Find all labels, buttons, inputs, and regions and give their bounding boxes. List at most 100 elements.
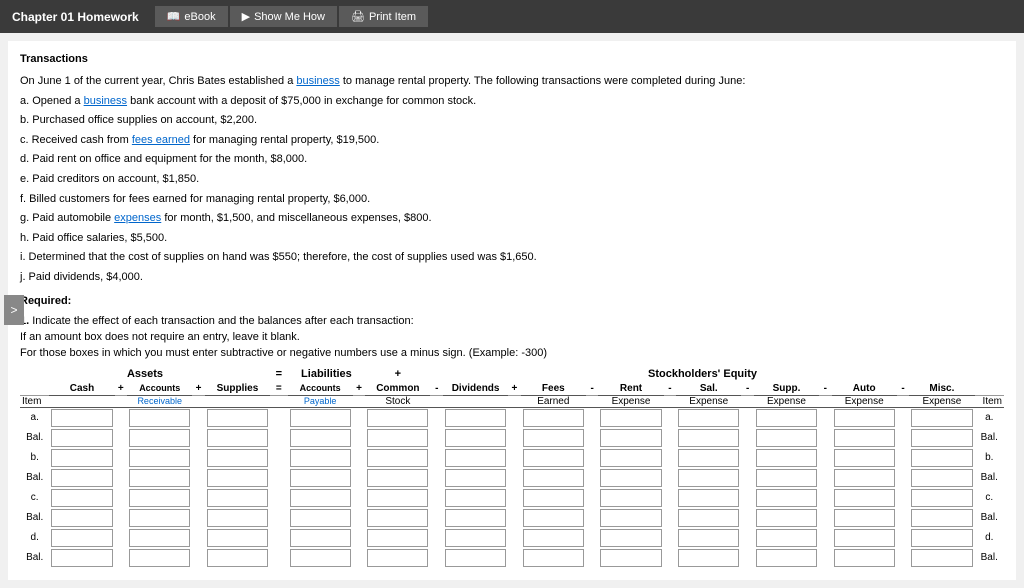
row-c-misc[interactable]	[911, 489, 972, 507]
bal4-supp2[interactable]	[756, 549, 817, 567]
business-link[interactable]: business	[296, 75, 339, 87]
expenses-link[interactable]: expenses	[114, 212, 161, 224]
row-a-ar[interactable]	[129, 409, 190, 427]
bal1-sal[interactable]	[678, 429, 739, 447]
bal3-fees[interactable]	[523, 509, 584, 527]
row-d-misc[interactable]	[911, 529, 972, 547]
row-a-supplies[interactable]	[207, 409, 268, 427]
row-b-stock[interactable]	[367, 449, 428, 467]
bal4-rent[interactable]	[600, 549, 661, 567]
bal4-div[interactable]	[445, 549, 506, 567]
row-d-ar[interactable]	[129, 529, 190, 547]
bal3-supp2[interactable]	[756, 509, 817, 527]
row-d-div[interactable]	[445, 529, 506, 547]
row-c-div[interactable]	[445, 489, 506, 507]
bal4-supplies[interactable]	[207, 549, 268, 567]
bal4-misc[interactable]	[911, 549, 972, 567]
bal3-auto[interactable]	[834, 509, 895, 527]
bal2-supplies[interactable]	[207, 469, 268, 487]
bal2-auto[interactable]	[834, 469, 895, 487]
print-item-button[interactable]: 🖨 Print Item	[339, 6, 428, 27]
bal3-sal[interactable]	[678, 509, 739, 527]
row-c-supp2[interactable]	[756, 489, 817, 507]
row-c-supplies[interactable]	[207, 489, 268, 507]
row-b-ar[interactable]	[129, 449, 190, 467]
bal1-auto[interactable]	[834, 429, 895, 447]
row-c-ar[interactable]	[129, 489, 190, 507]
bal1-supp2[interactable]	[756, 429, 817, 447]
bal4-ar[interactable]	[129, 549, 190, 567]
bal3-stock[interactable]	[367, 509, 428, 527]
row-a-ap[interactable]	[290, 409, 351, 427]
bal2-sal[interactable]	[678, 469, 739, 487]
row-a-auto[interactable]	[834, 409, 895, 427]
row-d-sal[interactable]	[678, 529, 739, 547]
row-d-rent[interactable]	[600, 529, 661, 547]
row-c-sal[interactable]	[678, 489, 739, 507]
bal2-misc[interactable]	[911, 469, 972, 487]
bal1-div[interactable]	[445, 429, 506, 447]
bal2-rent[interactable]	[600, 469, 661, 487]
row-b-sal[interactable]	[678, 449, 739, 467]
bal1-supplies[interactable]	[207, 429, 268, 447]
bal1-rent[interactable]	[600, 429, 661, 447]
bal2-ar[interactable]	[129, 469, 190, 487]
row-b-auto[interactable]	[834, 449, 895, 467]
fees-earned-link[interactable]: fees earned	[132, 134, 190, 146]
row-a-rent[interactable]	[600, 409, 661, 427]
row-b-misc[interactable]	[911, 449, 972, 467]
bal4-cash[interactable]	[51, 549, 112, 567]
row-c-ap[interactable]	[290, 489, 351, 507]
bal2-stock[interactable]	[367, 469, 428, 487]
row-a-stock[interactable]	[367, 409, 428, 427]
row-a-supp2[interactable]	[756, 409, 817, 427]
ebook-button[interactable]: 📖 eBook	[155, 6, 228, 27]
bal4-stock[interactable]	[367, 549, 428, 567]
bal1-misc[interactable]	[911, 429, 972, 447]
bal3-ar[interactable]	[129, 509, 190, 527]
row-a-sal[interactable]	[678, 409, 739, 427]
bal4-fees[interactable]	[523, 549, 584, 567]
row-b-ap[interactable]	[290, 449, 351, 467]
row-d-supp2[interactable]	[756, 529, 817, 547]
row-d-stock[interactable]	[367, 529, 428, 547]
row-d-cash[interactable]	[51, 529, 112, 547]
show-me-how-button[interactable]: ▶ Show Me How	[230, 6, 337, 27]
bal1-ar[interactable]	[129, 429, 190, 447]
bal3-cash[interactable]	[51, 509, 112, 527]
bal4-auto[interactable]	[834, 549, 895, 567]
bal3-misc[interactable]	[911, 509, 972, 527]
bal4-sal[interactable]	[678, 549, 739, 567]
bal3-rent[interactable]	[600, 509, 661, 527]
row-c-rent[interactable]	[600, 489, 661, 507]
row-d-ap[interactable]	[290, 529, 351, 547]
row-a-fees[interactable]	[523, 409, 584, 427]
row-c-cash[interactable]	[51, 489, 112, 507]
row-b-supp2[interactable]	[756, 449, 817, 467]
row-c-stock[interactable]	[367, 489, 428, 507]
bal3-supplies[interactable]	[207, 509, 268, 527]
row-a-div[interactable]	[445, 409, 506, 427]
row-c-fees[interactable]	[523, 489, 584, 507]
row-d-auto[interactable]	[834, 529, 895, 547]
row-d-fees[interactable]	[523, 529, 584, 547]
bal1-ap[interactable]	[290, 429, 351, 447]
bal2-cash[interactable]	[51, 469, 112, 487]
bal1-fees[interactable]	[523, 429, 584, 447]
row-b-rent[interactable]	[600, 449, 661, 467]
bal2-fees[interactable]	[523, 469, 584, 487]
business-link-a[interactable]: business	[84, 95, 127, 107]
bal1-cash[interactable]	[51, 429, 112, 447]
bal1-stock[interactable]	[367, 429, 428, 447]
row-b-div[interactable]	[445, 449, 506, 467]
row-b-fees[interactable]	[523, 449, 584, 467]
bal3-ap[interactable]	[290, 509, 351, 527]
bal3-div[interactable]	[445, 509, 506, 527]
row-d-supplies[interactable]	[207, 529, 268, 547]
row-b-supplies[interactable]	[207, 449, 268, 467]
bal4-ap[interactable]	[290, 549, 351, 567]
row-a-cash[interactable]	[51, 409, 112, 427]
nav-arrow-button[interactable]: >	[4, 295, 24, 325]
bal2-ap[interactable]	[290, 469, 351, 487]
row-a-misc[interactable]	[911, 409, 972, 427]
